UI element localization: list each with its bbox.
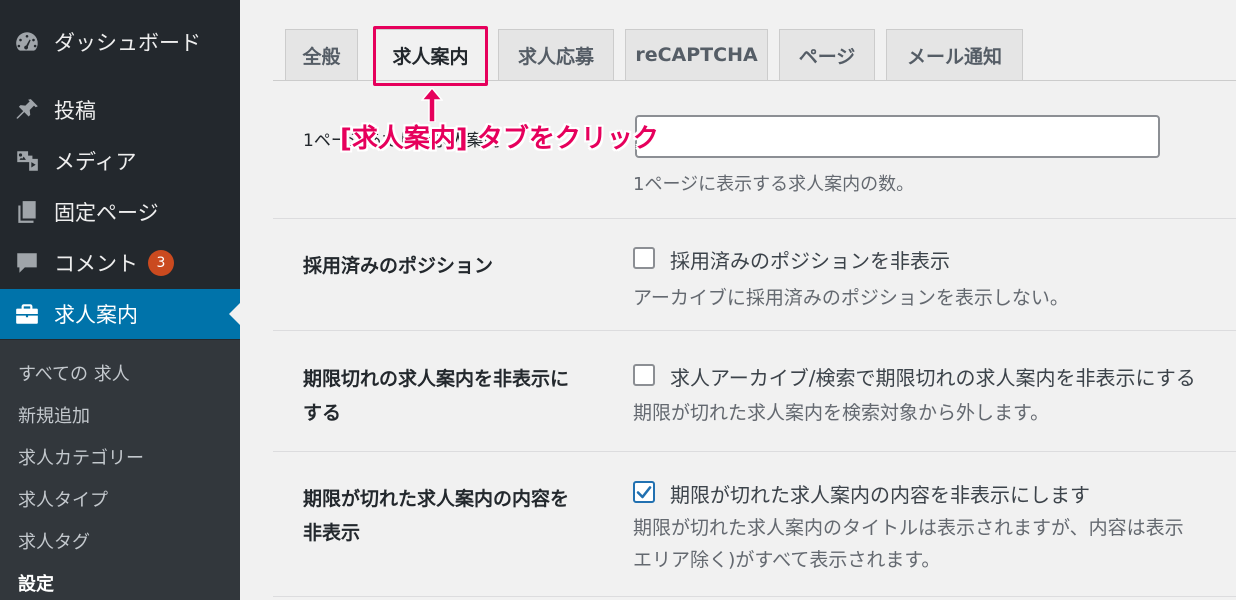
tab-job-listings[interactable]: 求人案内 — [373, 29, 488, 80]
filled-positions-label: 採用済みのポジション — [303, 255, 494, 277]
row-divider — [273, 218, 1236, 219]
submenu-job-types[interactable]: 求人タイプ — [18, 486, 108, 512]
comment-icon — [12, 248, 42, 278]
label-line: 期限切れの求人案内を非表示に — [303, 368, 570, 390]
hide-expired-checkbox[interactable] — [633, 364, 655, 386]
tab-job-applications[interactable]: 求人応募 — [498, 29, 614, 80]
label-line: する — [303, 402, 342, 424]
per-page-description: 1ページに表示する求人案内の数。 — [633, 174, 915, 195]
sidebar-item-comments[interactable]: コメント 3 — [0, 238, 240, 288]
sidebar-item-label: 投稿 — [54, 99, 96, 123]
sidebar-item-media[interactable]: メディア — [0, 136, 240, 186]
sidebar-item-label: ダッシュボード — [54, 31, 201, 55]
filled-positions-checkbox[interactable] — [633, 247, 655, 269]
media-icon — [12, 146, 42, 176]
annotation-label: [求人案内] タブをクリック — [340, 124, 659, 154]
sidebar-item-posts[interactable]: 投稿 — [0, 85, 240, 135]
sidebar-item-pages[interactable]: 固定ページ — [0, 187, 240, 237]
tab-recaptcha[interactable]: reCAPTCHA — [625, 29, 768, 80]
hide-expired-content-description: エリア除く)がすべて表示されます。 — [633, 549, 941, 571]
submenu-all-jobs[interactable]: すべての 求人 — [18, 360, 130, 386]
tab-pages[interactable]: ページ — [779, 29, 875, 80]
hide-expired-description: 期限が切れた求人案内を検索対象から外します。 — [633, 402, 1050, 424]
submenu-settings[interactable]: 設定 — [18, 570, 54, 596]
briefcase-icon — [12, 299, 42, 329]
hide-expired-checkbox-label[interactable]: 求人アーカイブ/検索で期限切れの求人案内を非表示にする — [670, 362, 1196, 391]
tab-bar-underline — [273, 80, 1236, 81]
expired-listings-label: 期限切れの求人案内を非表示に する — [303, 362, 613, 430]
per-page-input[interactable] — [635, 115, 1160, 158]
row-divider — [273, 596, 1236, 597]
submenu-add-new[interactable]: 新規追加 — [18, 402, 90, 428]
filled-positions-description: アーカイブに採用済みのポジションを表示しない。 — [633, 287, 1069, 309]
checkmark-icon — [636, 486, 652, 499]
sidebar-item-label: 固定ページ — [54, 201, 159, 225]
submenu-job-tags[interactable]: 求人タグ — [18, 528, 90, 554]
label-line: 期限が切れた求人案内の内容を — [303, 488, 570, 510]
row-divider — [273, 330, 1236, 331]
submenu-job-categories[interactable]: 求人カテゴリー — [18, 444, 144, 470]
pin-icon — [12, 95, 42, 125]
filled-positions-checkbox-label[interactable]: 採用済みのポジションを非表示 — [670, 245, 950, 274]
expired-content-label: 期限が切れた求人案内の内容を 非表示 — [303, 482, 613, 550]
pages-icon — [12, 197, 42, 227]
admin-sidebar: ダッシュボード 投稿 メディア 固定ページ コメント 3 求人案内 すべての 求… — [0, 0, 240, 600]
job-listings-submenu: すべての 求人 新規追加 求人カテゴリー 求人タイプ 求人タグ 設定 — [0, 340, 240, 600]
tab-general[interactable]: 全般 — [285, 29, 358, 80]
sidebar-item-dashboard[interactable]: ダッシュボード — [0, 17, 240, 67]
sidebar-item-label: コメント — [54, 252, 138, 276]
arrow-up-icon — [421, 88, 443, 122]
comment-count-badge: 3 — [148, 250, 174, 276]
sidebar-item-job-listings[interactable]: 求人案内 — [0, 289, 240, 339]
hide-expired-content-checkbox-label[interactable]: 期限が切れた求人案内の内容を非表示にします — [670, 479, 1090, 508]
tab-email-notifications[interactable]: メール通知 — [886, 29, 1023, 80]
sidebar-item-label: メディア — [54, 150, 137, 174]
sidebar-item-label: 求人案内 — [54, 303, 138, 327]
row-divider — [273, 451, 1236, 452]
label-line: 非表示 — [303, 522, 361, 544]
hide-expired-content-checkbox[interactable] — [633, 481, 655, 503]
dashboard-icon — [12, 27, 42, 57]
hide-expired-content-description: 期限が切れた求人案内のタイトルは表示されますが、内容は表示 — [633, 517, 1184, 539]
